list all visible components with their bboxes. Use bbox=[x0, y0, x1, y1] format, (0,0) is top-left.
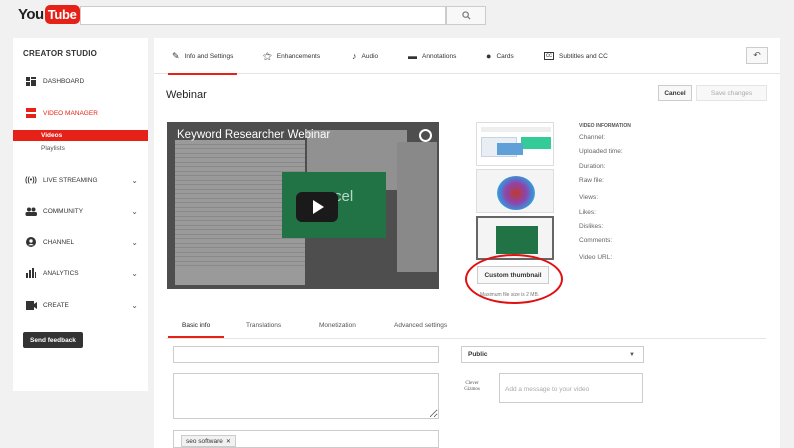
sidebar-item-label: DASHBOARD bbox=[43, 77, 85, 85]
main-panel: ✎ Info and Settings ⚝ Enhancements ♪ Aud… bbox=[154, 38, 780, 448]
tab-cards[interactable]: ● Cards bbox=[486, 51, 514, 61]
video-manager-icon bbox=[24, 108, 38, 118]
info-duration: Duration: bbox=[579, 163, 606, 170]
privacy-value: Public bbox=[468, 351, 488, 358]
sidebar-item-label: ANALYTICS bbox=[43, 269, 79, 277]
tab-translations[interactable]: Translations bbox=[246, 322, 281, 329]
youtube-logo[interactable]: You Tube bbox=[18, 5, 80, 24]
search-button[interactable] bbox=[446, 6, 486, 25]
back-arrow-icon: ↶ bbox=[753, 50, 761, 60]
tab-label: Subtitles and CC bbox=[559, 52, 608, 60]
sidebar-item-label: CHANNEL bbox=[43, 238, 75, 246]
tag-label: seo software bbox=[186, 437, 223, 445]
play-icon bbox=[313, 200, 324, 214]
sidebar-item-label: LIVE STREAMING bbox=[43, 176, 98, 184]
tab-advanced-settings[interactable]: Advanced settings bbox=[394, 322, 447, 329]
sidebar-item-label: VIDEO MANAGER bbox=[43, 109, 98, 117]
logo-tube: Tube bbox=[44, 5, 80, 24]
chevron-down-icon[interactable]: ⌄ bbox=[131, 176, 138, 185]
settings-tabs: Basic info Translations Monetization Adv… bbox=[166, 321, 766, 339]
info-video-url: Video URL: bbox=[579, 254, 613, 261]
annotation-icon: ▬ bbox=[408, 51, 417, 61]
thumbnail-option[interactable] bbox=[476, 122, 554, 166]
message-placeholder: Add a message to your video bbox=[505, 386, 590, 393]
info-channel: Channel: bbox=[579, 134, 606, 141]
chevron-down-icon[interactable]: ⌄ bbox=[131, 238, 138, 247]
video-information-header: VIDEO INFORMATION bbox=[579, 123, 631, 129]
info-raw-file: Raw file: bbox=[579, 177, 604, 184]
info-dislikes: Dislikes: bbox=[579, 223, 604, 230]
tab-enhancements[interactable]: ⚝ Enhancements bbox=[263, 51, 320, 61]
info-likes: Likes: bbox=[579, 209, 596, 216]
caret-down-icon: ▼ bbox=[629, 351, 635, 358]
top-bar: You Tube bbox=[0, 0, 794, 32]
info-icon: ● bbox=[486, 51, 492, 61]
sidebar-item-live-streaming[interactable]: ((•)) LIVE STREAMING ⌄ bbox=[13, 172, 148, 188]
pencil-icon: ✎ bbox=[172, 50, 180, 61]
thumbnail-option[interactable] bbox=[476, 169, 554, 213]
tags-field[interactable]: seo software ✕ bbox=[173, 430, 439, 448]
tab-info-and-settings[interactable]: ✎ Info and Settings bbox=[167, 50, 238, 75]
player-title: Keyword Researcher Webinar bbox=[177, 129, 331, 141]
sidebar-item-channel[interactable]: CHANNEL ⌄ bbox=[13, 234, 148, 250]
tab-label: Audio bbox=[361, 52, 379, 60]
sidebar-item-create[interactable]: CREATE ⌄ bbox=[13, 297, 148, 313]
magic-wand-icon: ⚝ bbox=[263, 50, 272, 61]
community-icon bbox=[24, 207, 38, 216]
sidebar-item-analytics[interactable]: ANALYTICS ⌄ bbox=[13, 265, 148, 281]
cancel-button[interactable]: Cancel bbox=[658, 85, 692, 101]
music-note-icon: ♪ bbox=[352, 51, 357, 61]
annotation-circle bbox=[465, 254, 563, 304]
channel-icon bbox=[24, 237, 38, 247]
analytics-icon bbox=[24, 268, 38, 278]
chevron-down-icon[interactable]: ⌄ bbox=[131, 301, 138, 310]
tab-annotations[interactable]: ▬ Annotations bbox=[408, 51, 456, 61]
tab-audio[interactable]: ♪ Audio bbox=[352, 51, 378, 61]
logo-you: You bbox=[18, 6, 44, 23]
editor-tabs: ✎ Info and Settings ⚝ Enhancements ♪ Aud… bbox=[154, 38, 780, 75]
tab-monetization[interactable]: Monetization bbox=[319, 322, 356, 329]
chevron-down-icon[interactable]: ⌄ bbox=[131, 269, 138, 278]
dashboard-icon bbox=[24, 76, 38, 86]
sidebar-subitem-playlists[interactable]: Playlists bbox=[41, 145, 65, 152]
remove-tag-icon[interactable]: ✕ bbox=[226, 438, 231, 445]
play-button[interactable] bbox=[296, 192, 338, 222]
sidebar-item-community[interactable]: COMMUNITY ⌄ bbox=[13, 203, 148, 219]
search-icon bbox=[461, 11, 471, 20]
search-input[interactable] bbox=[80, 6, 446, 25]
tab-basic-info[interactable]: Basic info bbox=[167, 322, 225, 338]
sidebar-item-label: COMMUNITY bbox=[43, 207, 84, 215]
create-icon bbox=[24, 300, 38, 310]
channel-avatar: Clever Gizmos bbox=[464, 381, 480, 392]
sidebar-title: CREATOR STUDIO bbox=[23, 49, 98, 58]
send-feedback-button[interactable]: Send feedback bbox=[23, 332, 83, 348]
tab-label: Info and Settings bbox=[184, 52, 234, 60]
save-changes-button[interactable]: Save changes bbox=[696, 85, 767, 101]
title-field[interactable] bbox=[173, 346, 439, 363]
sidebar-subitem-videos[interactable]: Videos bbox=[13, 130, 148, 141]
info-views: Views: bbox=[579, 194, 599, 201]
sidebar-item-label: CREATE bbox=[43, 301, 69, 309]
cc-icon: cc bbox=[544, 52, 554, 60]
privacy-select[interactable]: Public ▼ bbox=[461, 346, 644, 363]
info-uploaded-time: Uploaded time: bbox=[579, 148, 623, 155]
video-player[interactable]: cel Keyword Researcher Webinar bbox=[167, 122, 439, 289]
description-field[interactable] bbox=[173, 373, 439, 419]
info-comments: Comments: bbox=[579, 237, 613, 244]
watch-later-icon[interactable] bbox=[419, 129, 432, 142]
video-information: VIDEO INFORMATION Channel: Uploaded time… bbox=[579, 123, 631, 261]
chevron-down-icon[interactable]: ⌄ bbox=[131, 207, 138, 216]
live-streaming-icon: ((•)) bbox=[25, 176, 37, 184]
back-button[interactable]: ↶ bbox=[746, 47, 768, 64]
page-title: Webinar bbox=[166, 89, 207, 101]
tab-label: Cards bbox=[496, 52, 514, 60]
tab-subtitles[interactable]: cc Subtitles and CC bbox=[544, 51, 608, 61]
sidebar-item-video-manager[interactable]: VIDEO MANAGER bbox=[13, 105, 148, 121]
sidebar: CREATOR STUDIO DASHBOARD VIDEO MANAGER V… bbox=[13, 38, 148, 391]
tag-chip[interactable]: seo software ✕ bbox=[181, 435, 236, 447]
sidebar-item-dashboard[interactable]: DASHBOARD bbox=[13, 73, 148, 89]
tab-label: Annotations bbox=[422, 52, 457, 60]
message-field[interactable]: Add a message to your video bbox=[499, 373, 643, 403]
tab-label: Enhancements bbox=[276, 52, 321, 60]
